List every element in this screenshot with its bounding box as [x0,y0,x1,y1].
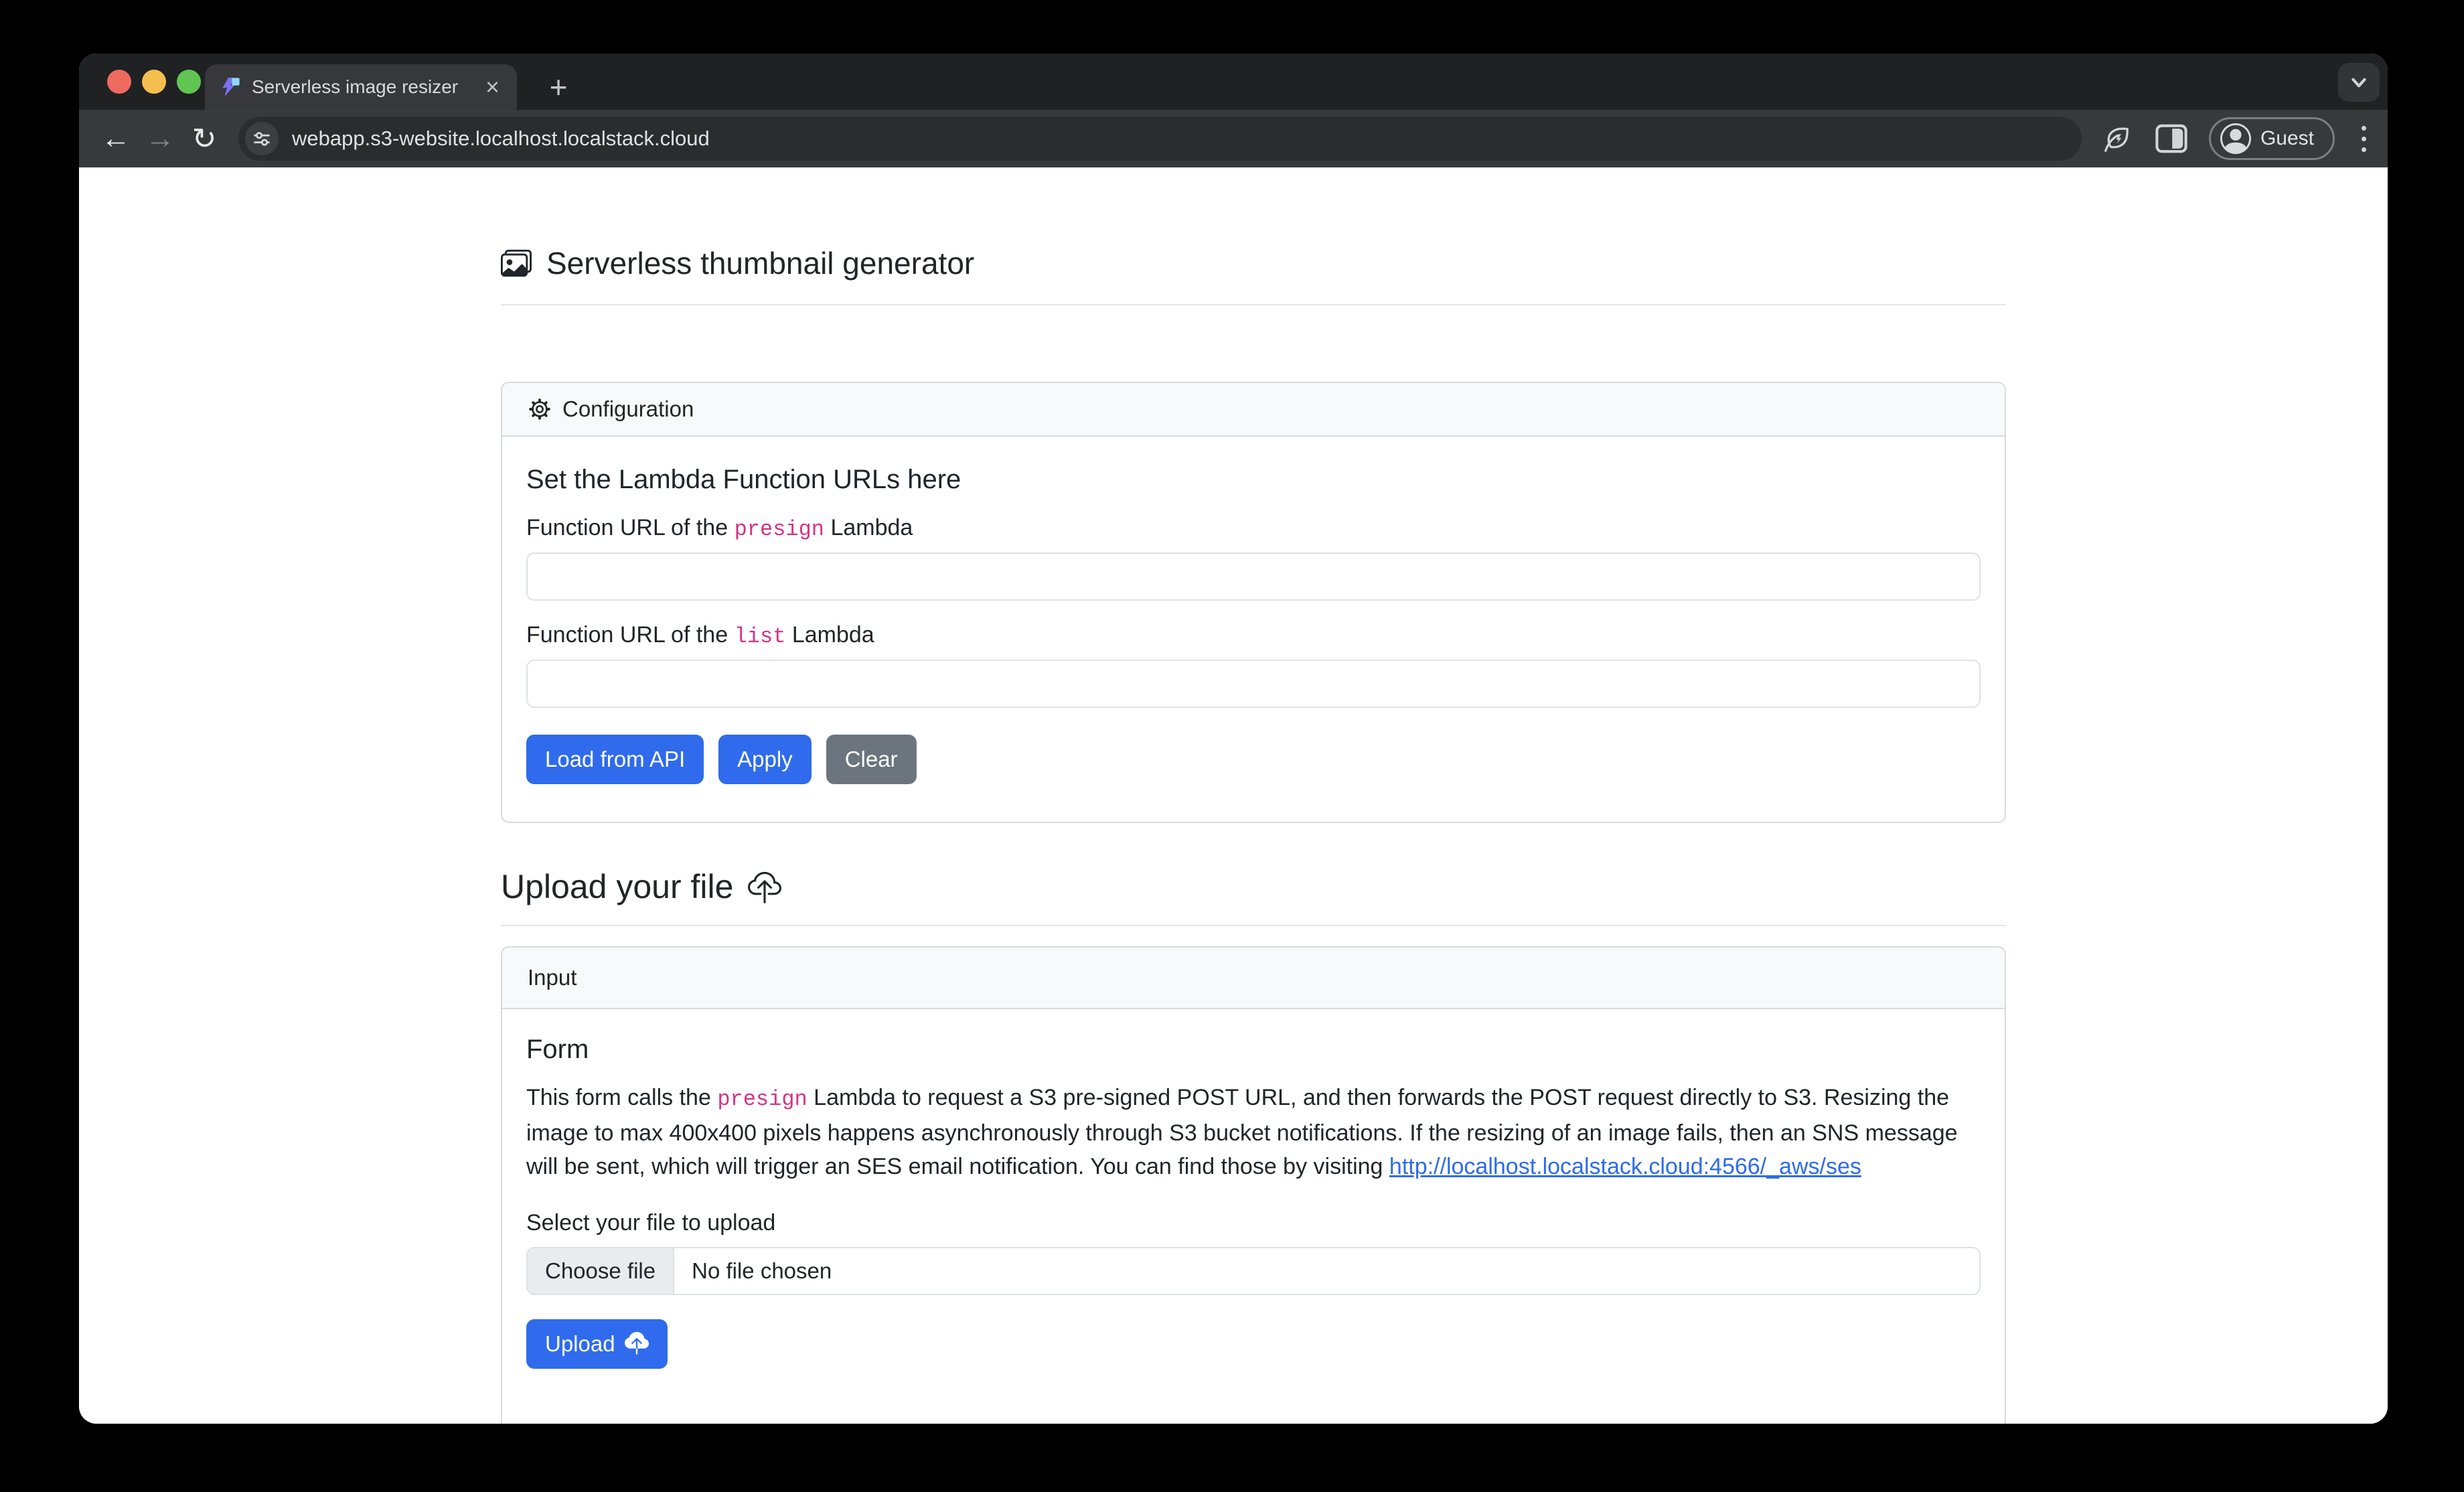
profile-button[interactable]: Guest [2209,117,2335,160]
profile-label: Guest [2260,127,2314,150]
web-page: Serverless thumbnail generator [79,167,2388,1424]
images-icon [501,248,532,279]
tab-strip: Serverless image resizer × + [79,54,2388,110]
page-title: Serverless thumbnail generator [501,245,2006,281]
input-card: Input Form This form calls the presign L… [501,946,2006,1424]
divider [501,925,2006,926]
tab-close-icon[interactable]: × [483,75,502,99]
form-description: This form calls the presign Lambda to re… [526,1081,1981,1183]
browser-menu-icon[interactable] [2355,126,2373,152]
address-bar[interactable]: webapp.s3-website.localhost.localstack.c… [238,117,2082,161]
presign-code: presign [717,1087,807,1112]
performance-leaf-icon[interactable] [2099,121,2134,156]
clear-button[interactable]: Clear [826,735,917,784]
reload-button[interactable]: ↻ [182,117,226,161]
presign-code: presign [735,517,824,542]
back-button[interactable]: ← [94,117,138,161]
browser-window: Serverless image resizer × + ← → ↻ webap… [79,54,2388,1424]
configuration-card: Configuration Set the Lambda Function UR… [501,382,2006,823]
localstack-favicon-icon [220,76,241,98]
chevron-down-icon [2347,71,2370,94]
load-from-api-button[interactable]: Load from API [526,735,704,784]
upload-section-heading: Upload your file [501,867,2006,906]
form-heading: Form [526,1035,1981,1065]
side-panel-icon[interactable] [2154,121,2189,156]
list-code: list [735,624,786,649]
list-url-input[interactable] [526,660,1981,708]
file-select-label: Select your file to upload [526,1210,1981,1236]
upload-button[interactable]: Upload [526,1319,668,1369]
site-settings-button[interactable] [245,122,279,155]
zoom-window-button[interactable] [177,70,201,94]
file-input[interactable]: Choose file No file chosen [526,1247,1981,1295]
apply-button[interactable]: Apply [718,735,812,784]
minimize-window-button[interactable] [142,70,166,94]
cloud-upload-icon [748,872,781,905]
browser-toolbar: ← → ↻ webapp.s3-website.localhost.locals… [79,110,2388,167]
tune-icon [251,128,273,149]
file-status-text: No file chosen [674,1258,832,1284]
ses-link[interactable]: http://localhost.localstack.cloud:4566/_… [1389,1154,1861,1179]
presign-url-input[interactable] [526,552,1981,601]
tab-search-button[interactable] [2338,63,2380,102]
url-text: webapp.s3-website.localhost.localstack.c… [292,127,710,151]
close-window-button[interactable] [107,70,131,94]
choose-file-button[interactable]: Choose file [528,1248,674,1294]
new-tab-button[interactable]: + [540,68,577,106]
toolbar-right-icons: Guest [2099,117,2373,160]
browser-tab[interactable]: Serverless image resizer × [205,64,517,110]
cloud-upload-fill-icon [625,1332,649,1356]
divider [501,304,2006,305]
window-controls [107,70,201,94]
person-circle-icon [2220,123,2251,154]
list-url-label: Function URL of the list Lambda [526,622,1981,649]
input-card-header: Input [502,948,2005,1009]
gear-icon [528,397,552,421]
forward-button[interactable]: → [138,117,182,161]
tab-title: Serverless image resizer [252,76,483,98]
presign-url-label: Function URL of the presign Lambda [526,515,1981,542]
configuration-card-header: Configuration [502,383,2005,437]
config-heading: Set the Lambda Function URLs here [526,465,1981,495]
